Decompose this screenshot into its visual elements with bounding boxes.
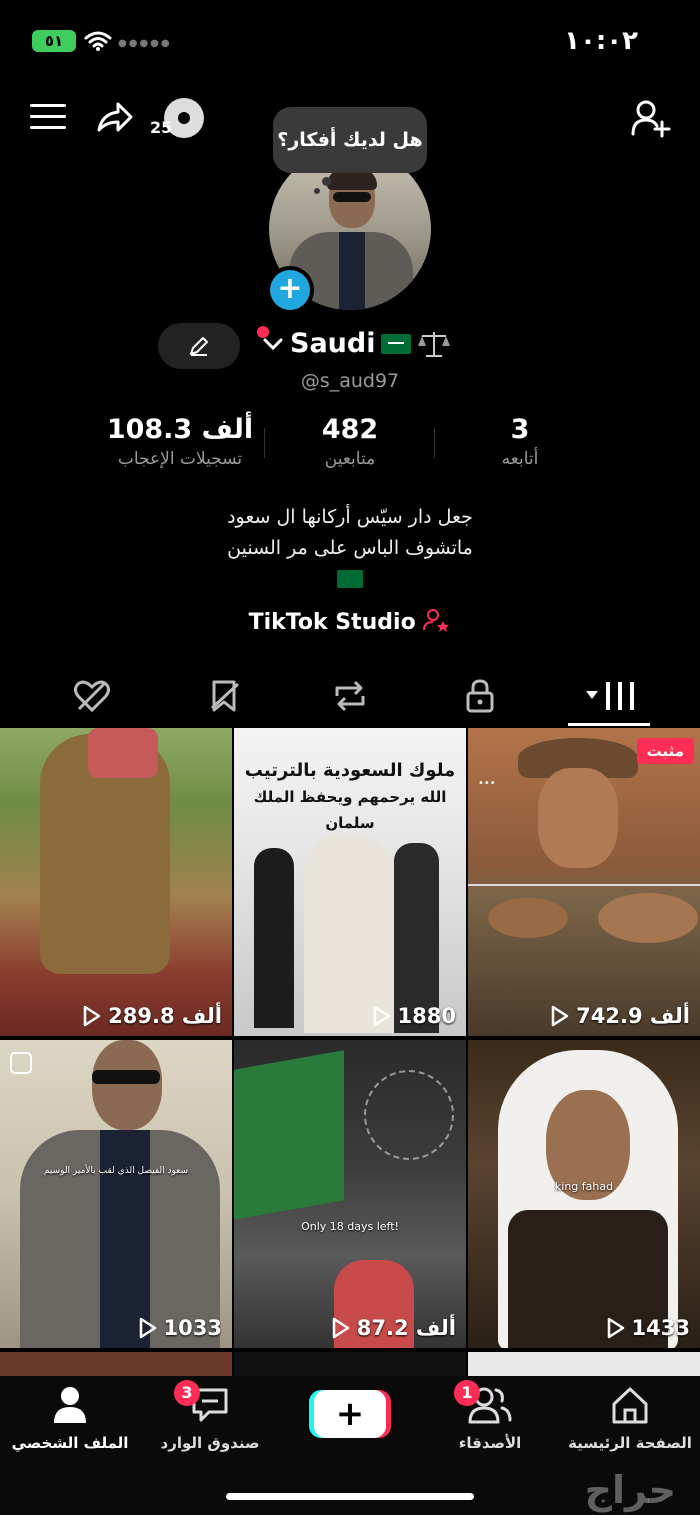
clock: ١٠:٠٢	[564, 26, 638, 56]
pinned-badge: مثبت	[636, 738, 694, 764]
profile-bio: جعل دار سيّس أركانها ال سعود ماتشوف البا…	[0, 502, 700, 598]
play-icon	[607, 1317, 624, 1339]
divider	[264, 428, 265, 458]
video-thumbnail[interactable]: 289.8 ألف	[0, 728, 232, 1036]
view-count: 1433	[606, 1316, 690, 1340]
heart-hidden-icon	[74, 680, 110, 713]
tab-favorites[interactable]	[200, 676, 248, 716]
tab-private[interactable]	[456, 676, 504, 716]
add-avatar-button[interactable]: +	[266, 266, 314, 314]
play-icon	[332, 1317, 350, 1339]
video-thumbnail[interactable]: مثبت ••• 742.9 ألف	[468, 728, 700, 1036]
view-count: 1033	[138, 1316, 222, 1340]
watermark-logo: حراج	[584, 1468, 676, 1512]
repost-icon	[335, 680, 365, 712]
play-icon	[83, 1005, 101, 1027]
tab-reposts[interactable]	[326, 676, 374, 716]
video-thumbnail[interactable]: ملوك السعودية بالترتيب الله يرحمهم ويحفظ…	[234, 728, 466, 1036]
video-thumbnail[interactable]	[468, 1352, 700, 1376]
profile-stats: 108.3 ألف تسجيلات الإعجاب 482 متابعين 3 …	[0, 414, 700, 478]
nav-profile[interactable]: الملف الشخصي	[0, 1386, 140, 1452]
video-thumbnail[interactable]	[0, 1352, 232, 1376]
person-star-icon	[423, 609, 450, 632]
view-count: 87.2 ألف	[331, 1316, 456, 1340]
play-icon	[551, 1005, 569, 1027]
followers-stat[interactable]: 482 متابعين	[260, 414, 440, 469]
grid-videos-icon	[586, 682, 634, 710]
edit-profile-button[interactable]	[158, 323, 240, 369]
music-disc-button[interactable]: 25	[150, 98, 204, 142]
view-count: 289.8 ألف	[82, 1004, 222, 1028]
nav-inbox[interactable]: 3 صندوق الوارد	[140, 1380, 280, 1452]
view-count: 742.9 ألف	[550, 1004, 690, 1028]
active-tab-indicator	[568, 723, 650, 726]
video-thumbnail[interactable]	[234, 1352, 466, 1376]
account-switcher[interactable]: Saudi	[262, 328, 451, 359]
video-thumbnail[interactable]: سعود الفيصل الذي لقب بالأمير الوسيم 1033	[0, 1040, 232, 1348]
home-icon	[612, 1387, 648, 1424]
saudi-flag-icon	[381, 333, 412, 354]
profile-name: Saudi	[290, 328, 376, 359]
menu-icon[interactable]	[30, 104, 66, 134]
nav-home[interactable]: الصفحة الرئيسية	[560, 1386, 700, 1452]
thought-bubble[interactable]: هل لديك أفكار؟	[273, 107, 427, 173]
share-icon[interactable]	[94, 98, 134, 138]
divider	[434, 428, 435, 458]
create-button[interactable]: +	[314, 1390, 386, 1438]
video-thumbnail[interactable]: Only 18 days left! 87.2 ألف	[234, 1040, 466, 1348]
nav-friends[interactable]: 1 الأصدقاء	[420, 1380, 560, 1452]
cellular-signal-icon: ●●●●●	[118, 38, 172, 49]
wifi-icon	[84, 31, 112, 51]
photo-carousel-icon	[10, 1052, 32, 1074]
video-thumbnail[interactable]: king fahad 1433	[468, 1040, 700, 1348]
plus-icon: +	[335, 1394, 365, 1434]
inbox-badge: 3	[174, 1380, 200, 1406]
pencil-icon	[190, 337, 208, 356]
friends-badge: 1	[454, 1380, 480, 1406]
status-bar: ٥١ ●●●●● ١٠:٠٢	[0, 0, 700, 80]
saudi-flag-icon	[337, 570, 363, 588]
lock-icon	[466, 679, 494, 713]
chevron-down-icon	[263, 338, 283, 350]
bookmark-hidden-icon	[210, 680, 240, 712]
content-tabs	[0, 668, 700, 728]
following-stat[interactable]: 3 أتابعه	[430, 414, 610, 469]
scales-icon	[418, 331, 451, 357]
profile-handle: @s_aud97	[300, 370, 400, 392]
tiktok-studio-link[interactable]: TikTok Studio	[0, 608, 700, 635]
play-icon	[373, 1005, 390, 1027]
battery-indicator: ٥١	[32, 30, 76, 52]
likes-stat[interactable]: 108.3 ألف تسجيلات الإعجاب	[90, 414, 270, 469]
home-indicator[interactable]	[226, 1493, 474, 1500]
profile-icon	[54, 1387, 86, 1423]
play-icon	[139, 1317, 156, 1339]
add-friend-icon[interactable]	[630, 98, 672, 140]
plus-icon: +	[270, 270, 310, 310]
view-count: 1880	[372, 1004, 456, 1028]
tab-videos[interactable]	[584, 676, 638, 716]
tab-liked[interactable]	[68, 676, 116, 716]
